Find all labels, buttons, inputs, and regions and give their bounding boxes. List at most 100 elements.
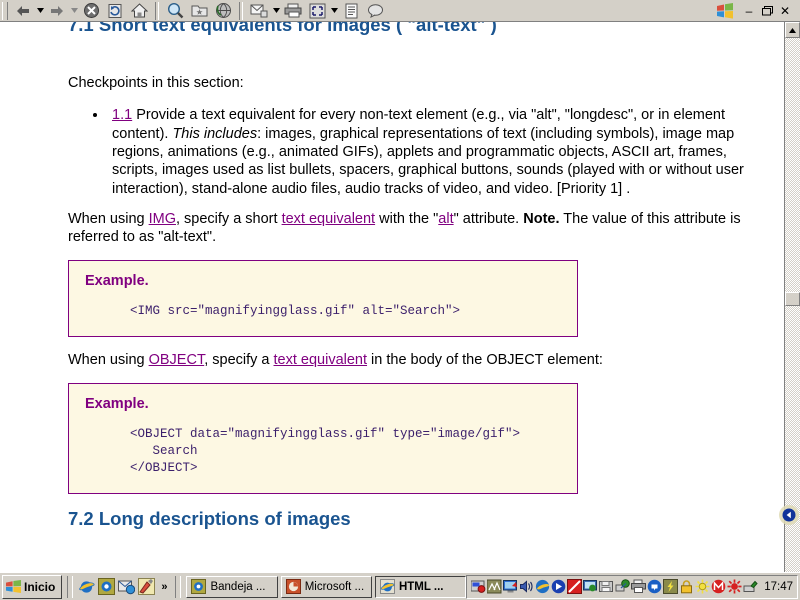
toolbar-separator-1 bbox=[155, 2, 159, 20]
text-equivalent-link-2[interactable]: text equivalent bbox=[274, 352, 368, 368]
history-button[interactable] bbox=[211, 1, 235, 21]
tray-icon-printer[interactable] bbox=[631, 579, 646, 594]
list-item-checkpoint-11: 1.1 Provide a text equivalent for every … bbox=[108, 106, 764, 198]
edit-button[interactable] bbox=[339, 1, 363, 21]
quick-launch-grip[interactable] bbox=[67, 576, 73, 598]
task-button-html[interactable]: HTML ... bbox=[375, 576, 466, 598]
checkpoint-11-link[interactable]: 1.1 bbox=[112, 107, 132, 123]
browser-toolbar: – ✕ bbox=[0, 0, 800, 22]
tray-icon-blocked[interactable] bbox=[567, 579, 582, 594]
tray-icon-messenger[interactable] bbox=[647, 579, 662, 594]
paint-icon[interactable] bbox=[138, 578, 155, 595]
powerpoint-icon bbox=[286, 579, 301, 594]
task-label: Microsoft ... bbox=[305, 581, 364, 593]
task-button-bandeja[interactable]: Bandeja ... bbox=[186, 576, 277, 598]
favorites-button[interactable] bbox=[187, 1, 211, 21]
document-viewport: 7.1 Short text equivalents for images ( … bbox=[0, 22, 784, 572]
tray-icon-network[interactable] bbox=[487, 579, 502, 594]
home-button[interactable] bbox=[127, 1, 151, 21]
tray-icon-antivirus[interactable] bbox=[727, 579, 742, 594]
start-button-label: Inicio bbox=[24, 580, 55, 594]
mail-dropdown[interactable] bbox=[271, 1, 281, 21]
show-desktop-icon[interactable] bbox=[98, 578, 115, 595]
tray-icon-realplayer[interactable] bbox=[551, 579, 566, 594]
tray-icon-save[interactable] bbox=[599, 579, 614, 594]
internet-explorer-icon[interactable] bbox=[78, 578, 95, 595]
tray-icon-network-connection[interactable] bbox=[615, 579, 630, 594]
close-button[interactable]: ✕ bbox=[776, 2, 794, 20]
tasks-grip[interactable] bbox=[175, 576, 181, 598]
tray-app-icon bbox=[191, 579, 206, 594]
img-link[interactable]: IMG bbox=[149, 211, 176, 227]
scrollbar-thumb[interactable] bbox=[785, 292, 800, 306]
tray-icon-browser[interactable] bbox=[535, 579, 550, 594]
scroll-up-button[interactable] bbox=[785, 22, 800, 38]
taskbar: Inicio bbox=[0, 572, 800, 600]
checkpoint-emphasis: This includes bbox=[172, 126, 257, 142]
vertical-scrollbar[interactable] bbox=[784, 22, 800, 572]
example-box-object: Example. <OBJECT data="magnifyingglass.g… bbox=[68, 383, 578, 494]
text-equivalent-link-1[interactable]: text equivalent bbox=[282, 211, 376, 227]
screen: – ✕ 7.1 Short text equivalents for image… bbox=[0, 0, 800, 600]
forward-dropdown[interactable] bbox=[69, 1, 79, 21]
para-obj-seg2: , specify a bbox=[204, 352, 273, 368]
tray-icon-display[interactable] bbox=[503, 579, 518, 594]
internet-explorer-icon bbox=[380, 579, 395, 594]
alt-link[interactable]: alt bbox=[438, 211, 453, 227]
para-img-seg1: When using bbox=[68, 211, 149, 227]
page-anchor-icon[interactable] bbox=[778, 504, 800, 526]
tray-icon-lock[interactable] bbox=[679, 579, 694, 594]
para-obj-seg3: in the body of the OBJECT element: bbox=[367, 352, 603, 368]
para-img-seg2: , specify a short bbox=[176, 211, 282, 227]
discuss-button[interactable] bbox=[363, 1, 387, 21]
object-link[interactable]: OBJECT bbox=[149, 352, 205, 368]
section-heading-72: 7.2 Long descriptions of images bbox=[68, 508, 764, 530]
tray-icon-monitor[interactable] bbox=[583, 579, 598, 594]
windows-logo-icon bbox=[716, 3, 734, 19]
intro-paragraph: Checkpoints in this section: bbox=[68, 74, 764, 92]
refresh-button[interactable] bbox=[103, 1, 127, 21]
fullscreen-button[interactable] bbox=[305, 1, 329, 21]
forward-button[interactable] bbox=[45, 1, 69, 21]
document-content: Checkpoints in this section: 1.1 Provide… bbox=[0, 22, 784, 530]
outlook-express-icon[interactable] bbox=[118, 578, 135, 595]
para-obj-seg1: When using bbox=[68, 352, 149, 368]
tray-icon-scheduler[interactable] bbox=[471, 579, 486, 594]
checkpoint-list: 1.1 Provide a text equivalent for every … bbox=[68, 106, 764, 198]
start-button[interactable]: Inicio bbox=[2, 575, 62, 599]
system-tray: 17:47 bbox=[466, 575, 798, 599]
tray-icon-volume[interactable] bbox=[519, 579, 534, 594]
maximize-button[interactable] bbox=[758, 2, 776, 20]
tray-icon-update[interactable] bbox=[663, 579, 678, 594]
clock[interactable]: 17:47 bbox=[759, 581, 793, 593]
example-code-1: <IMG src="magnifyingglass.gif" alt="Sear… bbox=[130, 303, 561, 320]
tray-icon-mcafee[interactable] bbox=[711, 579, 726, 594]
task-buttons: Bandeja ... Microsoft ... bbox=[183, 576, 466, 598]
mail-button[interactable] bbox=[247, 1, 271, 21]
section-heading-71: 7.1 Short text equivalents for images ( … bbox=[68, 22, 497, 36]
tray-icon-safely-remove[interactable] bbox=[743, 579, 758, 594]
note-label: Note. bbox=[523, 211, 559, 227]
toolbar-grip[interactable] bbox=[2, 2, 8, 20]
example-title-2: Example. bbox=[85, 396, 561, 412]
example-code-2: <OBJECT data="magnifyingglass.gif" type=… bbox=[130, 426, 561, 477]
search-button[interactable] bbox=[163, 1, 187, 21]
minimize-button[interactable]: – bbox=[740, 2, 758, 20]
paragraph-img: When using IMG, specify a short text equ… bbox=[68, 210, 764, 246]
para-img-seg4: " attribute. bbox=[454, 211, 524, 227]
print-button[interactable] bbox=[281, 1, 305, 21]
example-box-img: Example. <IMG src="magnifyingglass.gif" … bbox=[68, 260, 578, 337]
windows-flag-icon bbox=[6, 580, 21, 593]
stop-button[interactable] bbox=[79, 1, 103, 21]
example-title-1: Example. bbox=[85, 273, 561, 289]
task-label: Bandeja ... bbox=[210, 581, 265, 593]
back-dropdown[interactable] bbox=[35, 1, 45, 21]
fullscreen-dropdown[interactable] bbox=[329, 1, 339, 21]
task-label: HTML ... bbox=[399, 581, 444, 593]
quick-launch-bar: » bbox=[75, 578, 173, 595]
task-button-microsoft[interactable]: Microsoft ... bbox=[281, 576, 372, 598]
toolbar-separator-2 bbox=[239, 2, 243, 20]
quick-launch-overflow-button[interactable]: » bbox=[158, 581, 170, 593]
tray-icon-brightness[interactable] bbox=[695, 579, 710, 594]
back-button[interactable] bbox=[11, 1, 35, 21]
